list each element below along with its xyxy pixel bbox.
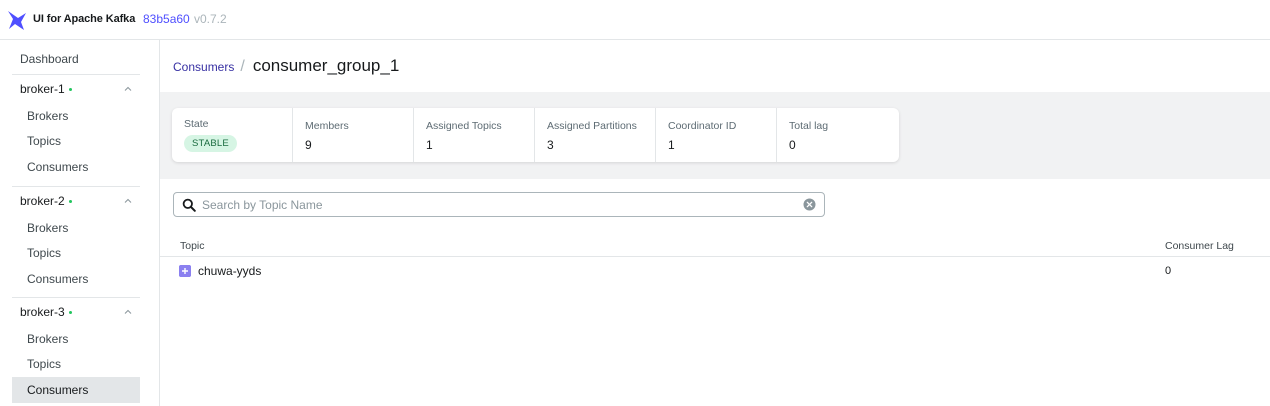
- metric-assigned-topics: Assigned Topics 1: [414, 108, 535, 162]
- sidebar-cluster-broker-3: broker-3 Brokers Topics Consumers: [12, 297, 140, 403]
- metric-label: Members: [305, 120, 349, 132]
- metric-value: 0: [789, 138, 796, 152]
- sidebar-cluster-broker-1: broker-1 Brokers Topics Consumers: [12, 74, 140, 180]
- version-label: v0.7.2: [194, 12, 227, 26]
- metric-coordinator-id: Coordinator ID 1: [656, 108, 777, 162]
- chevron-up-icon[interactable]: [124, 197, 132, 205]
- app-title[interactable]: UI for Apache Kafka: [33, 13, 135, 25]
- cluster-name: broker-3: [20, 305, 65, 319]
- sidebar-item-topics[interactable]: Topics: [12, 241, 140, 267]
- breadcrumb-consumers-link[interactable]: Consumers: [173, 60, 234, 74]
- cluster-name: broker-2: [20, 194, 65, 208]
- sidebar-item-brokers[interactable]: Brokers: [12, 326, 140, 352]
- sidebar: Dashboard broker-1 Brokers Topics Consum…: [0, 40, 160, 406]
- metric-value: 9: [305, 138, 312, 152]
- metrics-card: State STABLE Members 9 Assigned Topics 1…: [172, 108, 899, 162]
- consumer-lag-value: 0: [1165, 265, 1172, 277]
- main-content: Consumers / consumer_group_1 State STABL…: [160, 40, 1270, 406]
- version-hash-link[interactable]: 83b5a60: [143, 12, 190, 26]
- cluster-header-broker-2[interactable]: broker-2: [12, 187, 140, 215]
- search-input[interactable]: [202, 195, 792, 214]
- sidebar-item-topics[interactable]: Topics: [12, 129, 140, 155]
- sidebar-item-dashboard[interactable]: Dashboard: [20, 52, 79, 66]
- cluster-status-dot: [68, 88, 72, 91]
- metric-label: State: [184, 118, 209, 130]
- metric-label: Total lag: [789, 120, 829, 132]
- breadcrumb-separator: /: [240, 58, 245, 75]
- sidebar-item-consumers[interactable]: Consumers: [12, 266, 140, 292]
- metric-label: Coordinator ID: [668, 120, 737, 132]
- cluster-status-dot: [68, 200, 72, 203]
- cluster-header-broker-3[interactable]: broker-3: [12, 298, 140, 326]
- metric-value: 1: [426, 138, 433, 152]
- metric-total-lag: Total lag 0: [777, 108, 898, 162]
- metric-state: State STABLE: [172, 108, 293, 162]
- sidebar-item-brokers[interactable]: Brokers: [12, 103, 140, 129]
- column-header-consumer-lag[interactable]: Consumer Lag: [1165, 240, 1234, 252]
- cluster-header-broker-1[interactable]: broker-1: [12, 75, 140, 103]
- sidebar-item-brokers[interactable]: Brokers: [12, 215, 140, 241]
- page-title: consumer_group_1: [252, 56, 400, 75]
- clear-circle-x-icon[interactable]: [803, 198, 816, 211]
- table-row[interactable]: chuwa-yyds 0: [160, 258, 1270, 284]
- topic-name: chuwa-yyds: [198, 264, 262, 278]
- breadcrumb: Consumers / consumer_group_1: [173, 56, 399, 76]
- metrics-band: State STABLE Members 9 Assigned Topics 1…: [160, 92, 1270, 179]
- topic-search-box: [173, 192, 825, 217]
- metric-label: Assigned Partitions: [547, 120, 637, 132]
- top-bar: UI for Apache Kafka 83b5a60 v0.7.2: [0, 0, 1270, 40]
- plus-square-icon[interactable]: [179, 265, 191, 277]
- metric-assigned-partitions: Assigned Partitions 3: [535, 108, 656, 162]
- status-badge: STABLE: [184, 135, 237, 152]
- cluster-name: broker-1: [20, 82, 65, 96]
- sidebar-item-consumers-active[interactable]: Consumers: [12, 377, 140, 403]
- chevron-up-icon[interactable]: [124, 308, 132, 316]
- table-header: Topic Consumer Lag: [160, 235, 1270, 257]
- metric-members: Members 9: [293, 108, 414, 162]
- kafka-ui-logo-icon[interactable]: [7, 9, 27, 31]
- metric-label: Assigned Topics: [426, 120, 502, 132]
- sidebar-item-consumers[interactable]: Consumers: [12, 154, 140, 180]
- column-header-topic[interactable]: Topic: [180, 240, 205, 252]
- sidebar-item-topics[interactable]: Topics: [12, 352, 140, 378]
- metric-value: 3: [547, 138, 554, 152]
- search-icon: [182, 198, 196, 212]
- sidebar-cluster-broker-2: broker-2 Brokers Topics Consumers: [12, 186, 140, 292]
- metric-value: 1: [668, 138, 675, 152]
- cluster-status-dot: [68, 311, 72, 314]
- chevron-up-icon[interactable]: [124, 85, 132, 93]
